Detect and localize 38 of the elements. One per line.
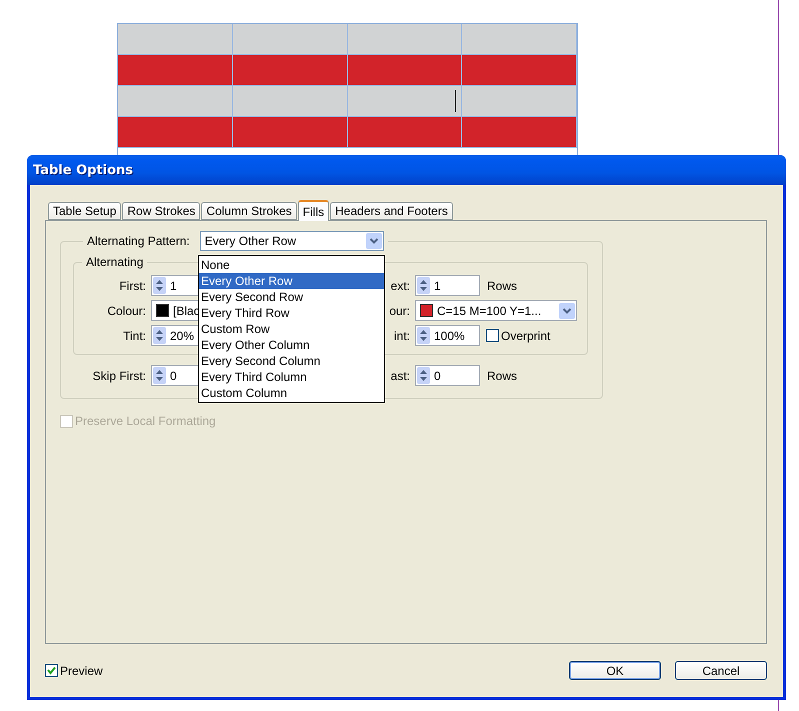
field-label: int: [394, 328, 410, 342]
field-label: Alternating Pattern: [87, 234, 190, 248]
window-title: Table Options [33, 162, 134, 178]
field-label: Tint: [122, 328, 146, 342]
pattern-dropdown[interactable]: Every Other Row [200, 231, 384, 251]
tab[interactable]: Column Strokes [201, 202, 297, 220]
text-cursor [455, 90, 456, 112]
dialog-button[interactable]: OK [569, 661, 661, 680]
dropdown-option[interactable]: Every Other Row [199, 273, 384, 289]
field-label: Colour: [106, 304, 146, 318]
tab[interactable]: Headers and Footers [330, 202, 453, 220]
spinner-icon[interactable] [417, 367, 430, 384]
checkbox-label: Preview [60, 664, 103, 678]
field-label: our: [389, 304, 410, 318]
tab[interactable]: Table Setup [48, 202, 122, 220]
number-field[interactable]: 0 [415, 365, 480, 386]
tab[interactable]: Fills [298, 200, 330, 221]
field-label: ast: [390, 368, 410, 382]
unit-label: Rows [487, 368, 518, 382]
tab[interactable]: Row Strokes [122, 202, 200, 220]
group-label: Alternating [86, 255, 144, 269]
checkbox[interactable] [486, 329, 499, 342]
spinner-icon[interactable] [153, 277, 166, 294]
number-field[interactable]: 1 [415, 275, 480, 296]
dialog-button[interactable]: Cancel [675, 661, 767, 680]
checkbox-label: Overprint [501, 328, 550, 342]
spinner-icon[interactable] [153, 327, 166, 344]
spinner-icon[interactable] [153, 367, 166, 384]
spinner-icon[interactable] [417, 277, 430, 294]
unit-label: Rows [487, 278, 518, 292]
field-label: Skip First: [92, 368, 146, 382]
field-label: First: [118, 278, 146, 292]
number-field[interactable]: 100% [415, 325, 480, 346]
spinner-icon[interactable] [417, 327, 430, 344]
checkbox-label: Preserve Local Formatting [75, 414, 216, 428]
colour-dropdown[interactable]: C=15 M=100 Y=1... [415, 300, 577, 321]
checkbox[interactable] [45, 664, 58, 677]
field-label: ext: [390, 278, 410, 292]
